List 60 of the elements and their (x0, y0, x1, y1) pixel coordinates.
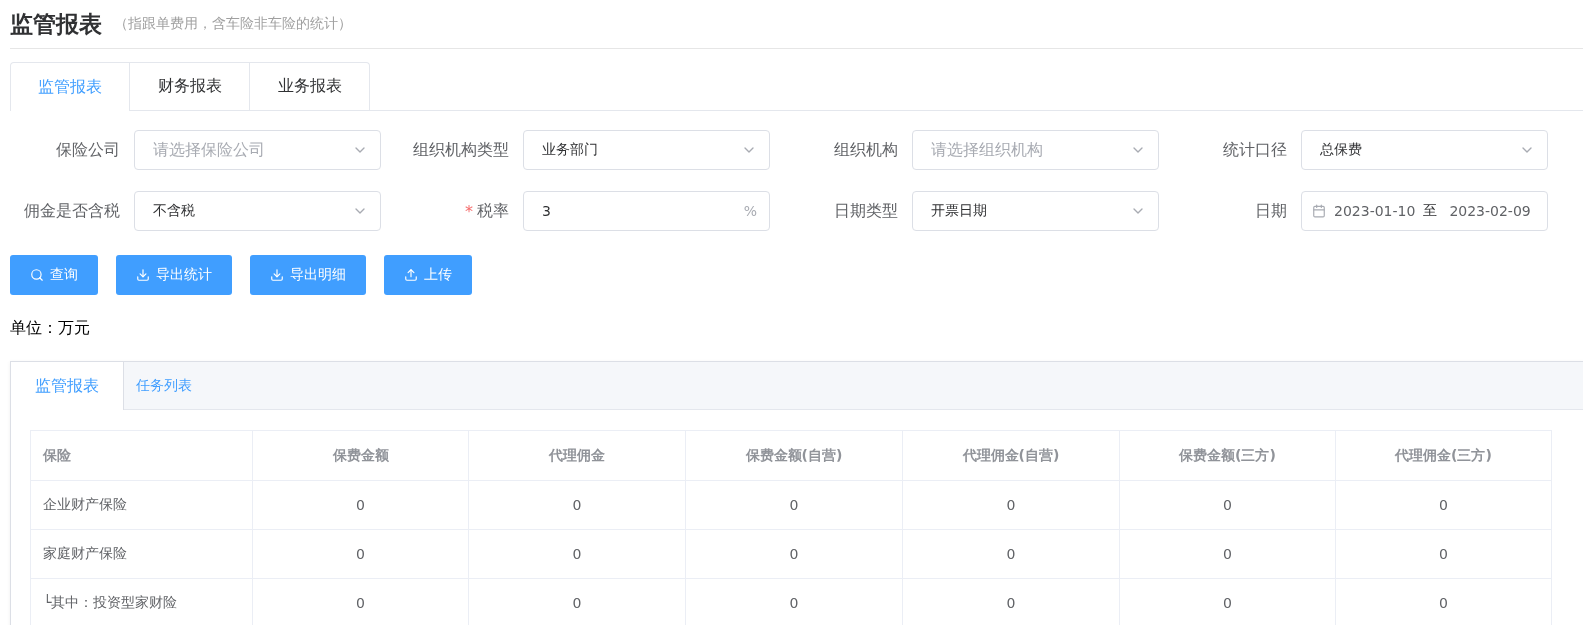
start-date: 2023-01-10 (1334, 203, 1416, 219)
card-tab[interactable]: 监管报表 (11, 362, 124, 410)
table-cell: 0 (685, 480, 903, 530)
table-cell: 0 (1119, 480, 1336, 530)
table-cell: 0 (1335, 529, 1552, 579)
table-cell: 0 (685, 529, 903, 579)
field-label: 日期 (1255, 200, 1287, 222)
field-label: 日期类型 (834, 200, 898, 222)
range-separator: 至 (1423, 202, 1438, 220)
required-mark: * (465, 201, 473, 221)
report-tab[interactable]: 监管报表 (10, 62, 130, 111)
select-field[interactable]: 不含税 (134, 191, 381, 231)
table-cell: 家庭财产保险 (30, 529, 253, 579)
field-label: 保险公司 (56, 139, 120, 161)
search-icon (30, 268, 44, 282)
column-header: 保费金额(自营) (685, 430, 903, 481)
select-field[interactable]: 请选择组织机构 (912, 130, 1159, 170)
field-label: 佣金是否含税 (24, 200, 120, 222)
suffix-text: % (743, 203, 757, 219)
unit-text: 单位：万元 (10, 318, 91, 339)
column-header: 代理佣金(三方) (1335, 430, 1552, 481)
table-cell: 0 (1335, 480, 1552, 530)
table-cell: └其中：投资型家财险 (30, 578, 253, 625)
end-date: 2023-02-09 (1449, 203, 1531, 219)
field-label: 组织机构类型 (413, 139, 509, 161)
select-field[interactable]: 开票日期 (912, 191, 1159, 231)
upload-icon (404, 268, 418, 282)
download-icon (136, 268, 150, 282)
action-button[interactable]: 上传 (384, 255, 472, 295)
column-header: 保费金额 (252, 430, 469, 481)
card-tab[interactable]: 任务列表 (124, 362, 204, 409)
calendar-icon (1312, 204, 1326, 218)
column-header: 代理佣金(自营) (902, 430, 1120, 481)
table-cell: 0 (902, 529, 1120, 579)
input-field[interactable]: 3 % (523, 191, 770, 231)
select-field[interactable]: 业务部门 (523, 130, 770, 170)
column-header: 代理佣金 (468, 430, 686, 481)
table-cell: 0 (902, 480, 1120, 530)
table-cell: 0 (468, 480, 686, 530)
action-button[interactable]: 导出统计 (116, 255, 232, 295)
download-icon (270, 268, 284, 282)
table-cell: 0 (1119, 529, 1336, 579)
table-cell: 企业财产保险 (30, 480, 253, 530)
select-field[interactable]: 总保费 (1301, 130, 1548, 170)
table-cell: 0 (252, 480, 469, 530)
select-field[interactable]: 请选择保险公司 (134, 130, 381, 170)
field-label: 组织机构 (834, 139, 898, 161)
table-cell: 0 (468, 529, 686, 579)
action-button[interactable]: 导出明细 (250, 255, 366, 295)
report-tab[interactable]: 财务报表 (130, 62, 250, 110)
page-subtitle: （指跟单费用，含车险非车险的统计） (114, 15, 352, 33)
field-label: 统计口径 (1223, 139, 1287, 161)
field-label: 税率 (477, 200, 509, 222)
page-title: 监管报表 (10, 9, 102, 39)
column-header: 保险 (30, 430, 253, 481)
table-cell: 0 (252, 529, 469, 579)
column-header: 保费金额(三方) (1119, 430, 1336, 481)
report-tab[interactable]: 业务报表 (250, 62, 370, 110)
action-button[interactable]: 查询 (10, 255, 98, 295)
date-range-field[interactable]: 2023-01-10 至 2023-02-09 (1301, 191, 1548, 231)
